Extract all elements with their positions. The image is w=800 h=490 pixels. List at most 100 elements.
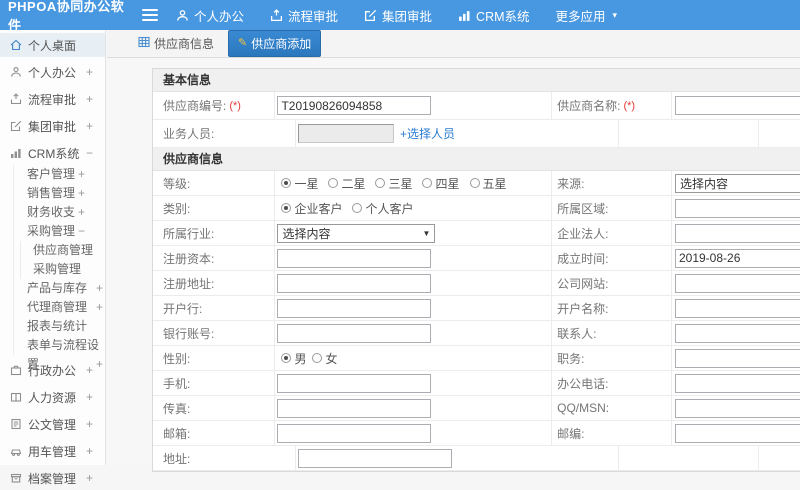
reg-capital-input[interactable] bbox=[277, 248, 432, 268]
radio-option[interactable]: 个人客户 bbox=[352, 200, 413, 217]
contact-input[interactable] bbox=[674, 323, 800, 343]
fax-input[interactable] bbox=[277, 398, 432, 418]
nav-crm-system[interactable]: CRM系统 bbox=[458, 6, 530, 25]
radio-icon[interactable] bbox=[469, 178, 480, 188]
source-select[interactable]: 选择内容▼ bbox=[674, 173, 800, 193]
office-phone-input[interactable] bbox=[674, 373, 800, 393]
radio-option[interactable]: 三星 bbox=[375, 175, 412, 192]
sidebar-item-purchase-mgmt[interactable]: 采购管理 − bbox=[14, 222, 105, 241]
radio-label: 男 bbox=[294, 351, 307, 366]
expand-plus-icon[interactable]: + bbox=[78, 203, 85, 222]
radio-icon[interactable] bbox=[328, 178, 339, 188]
position-input[interactable] bbox=[674, 348, 800, 368]
sidebar-item-hr[interactable]: 人力资源 + bbox=[0, 385, 105, 409]
radio-option[interactable]: 女 bbox=[312, 350, 337, 367]
nav-process-approval[interactable]: 流程审批 bbox=[270, 6, 338, 25]
car-icon bbox=[10, 445, 22, 457]
user-icon bbox=[176, 9, 189, 22]
email-input[interactable] bbox=[277, 423, 432, 443]
sidebar-item-finance[interactable]: 财务收支 + bbox=[14, 203, 105, 222]
collapse-minus-icon[interactable]: − bbox=[86, 146, 93, 160]
sidebar-item-personal-desktop[interactable]: 个人桌面 bbox=[0, 33, 105, 57]
radio-option[interactable]: 四星 bbox=[422, 175, 460, 192]
sidebar-item-form-process-settings[interactable]: 表单与流程设置 + bbox=[14, 336, 105, 371]
sidebar-item-supplier-mgmt[interactable]: 供应商管理 bbox=[21, 241, 105, 260]
select-staff-link[interactable]: +选择人员 bbox=[400, 125, 455, 142]
account-name-input[interactable] bbox=[674, 298, 800, 318]
founded-date-input[interactable] bbox=[674, 248, 800, 268]
expand-plus-icon[interactable]: + bbox=[86, 390, 93, 404]
sidebar-item-crm-system[interactable]: CRM系统 − bbox=[0, 141, 105, 165]
radio-icon[interactable] bbox=[375, 178, 386, 188]
expand-plus-icon[interactable]: + bbox=[86, 65, 93, 79]
radio-icon[interactable] bbox=[281, 353, 292, 363]
supplier-name-input[interactable] bbox=[674, 96, 800, 115]
nav-label: CRM系统 bbox=[476, 9, 530, 24]
expand-plus-icon[interactable]: + bbox=[78, 184, 85, 203]
nav-more-apps[interactable]: 更多应用 ▾ bbox=[556, 6, 618, 25]
sidebar-item-group-approval[interactable]: 集团审批 + bbox=[0, 114, 105, 138]
expand-plus-icon[interactable]: + bbox=[86, 119, 93, 133]
expand-plus-icon[interactable]: + bbox=[86, 92, 93, 106]
sidebar-item-personal-office[interactable]: 个人办公 + bbox=[0, 60, 105, 84]
upload-icon bbox=[270, 8, 283, 22]
radio-icon[interactable] bbox=[352, 203, 363, 213]
expand-plus-icon[interactable]: + bbox=[86, 471, 93, 485]
section-supplier-info: 供应商信息 bbox=[153, 148, 800, 171]
form-row-email-zip: 邮箱: 邮编: bbox=[153, 421, 800, 446]
expand-plus-icon[interactable]: + bbox=[96, 298, 103, 317]
bank-account-input[interactable] bbox=[277, 323, 432, 343]
expand-plus-icon[interactable]: + bbox=[78, 165, 85, 184]
radio-label: 三星 bbox=[388, 176, 413, 191]
radio-icon[interactable] bbox=[312, 353, 323, 363]
radio-icon[interactable] bbox=[422, 178, 433, 188]
radio-option[interactable]: 二星 bbox=[328, 175, 365, 192]
sidebar-item-sales-mgmt[interactable]: 销售管理 + bbox=[14, 184, 105, 203]
sidebar-item-archive-mgmt[interactable]: 档案管理 + bbox=[0, 466, 105, 490]
expand-plus-icon[interactable]: + bbox=[86, 363, 93, 377]
required-mark: (*) bbox=[229, 99, 241, 112]
website-input[interactable] bbox=[674, 273, 800, 293]
people-icon bbox=[10, 391, 22, 403]
expand-plus-icon[interactable]: + bbox=[86, 444, 93, 458]
radio-icon[interactable] bbox=[281, 203, 292, 213]
category-radio-group: 企业客户 个人客户 bbox=[277, 200, 413, 217]
sidebar-item-label: 用车管理 bbox=[28, 444, 77, 459]
region-input[interactable] bbox=[674, 198, 800, 218]
industry-select[interactable]: 选择内容 ▼ bbox=[277, 223, 436, 243]
radio-option[interactable]: 企业客户 bbox=[281, 200, 342, 217]
bank-input[interactable] bbox=[277, 298, 432, 318]
radio-option[interactable]: 一星 bbox=[281, 175, 318, 192]
sidebar-item-reports-stats[interactable]: 报表与统计 bbox=[14, 317, 105, 336]
nav-group-approval[interactable]: 集团审批 bbox=[364, 6, 432, 25]
qq-msn-input[interactable] bbox=[674, 398, 800, 418]
sidebar-item-vehicle-mgmt[interactable]: 用车管理 + bbox=[0, 439, 105, 463]
radio-icon[interactable] bbox=[281, 178, 292, 188]
form-row-industry-legal: 所属行业: 选择内容 ▼ 企业法人: bbox=[153, 221, 800, 246]
legal-person-input[interactable] bbox=[674, 223, 800, 243]
tab-supplier-add[interactable]: ✎ 供应商添加 bbox=[228, 30, 322, 57]
reg-address-input[interactable] bbox=[277, 273, 432, 293]
sidebar-item-purchasing[interactable]: 采购管理 bbox=[21, 260, 105, 279]
tab-supplier-info[interactable]: 供应商信息 bbox=[132, 31, 220, 56]
crm-submenu: 客户管理 + 销售管理 + 财务收支 + 采购管理 − 供应商管理 采购管理 产… bbox=[13, 165, 105, 371]
briefcase-icon bbox=[10, 364, 22, 376]
sidebar-item-label: 采购管理 bbox=[27, 224, 76, 238]
sidebar-item-customer-mgmt[interactable]: 客户管理 + bbox=[14, 165, 105, 184]
field-label: 银行账号: bbox=[163, 326, 215, 341]
sidebar-item-admin-office[interactable]: 行政办公 + bbox=[0, 358, 105, 382]
radio-option[interactable]: 五星 bbox=[469, 175, 507, 192]
zip-input[interactable] bbox=[674, 423, 800, 443]
nav-personal-office[interactable]: 个人办公 bbox=[176, 6, 244, 25]
sidebar-item-agent-mgmt[interactable]: 代理商管理 + bbox=[14, 298, 105, 317]
expand-plus-icon[interactable]: + bbox=[96, 279, 103, 298]
hamburger-menu-icon[interactable] bbox=[142, 7, 158, 23]
sidebar-item-process-approval[interactable]: 流程审批 + bbox=[0, 87, 105, 111]
sidebar-item-product-inventory[interactable]: 产品与库存 + bbox=[14, 279, 105, 298]
supplier-no-input[interactable] bbox=[277, 96, 432, 115]
radio-option[interactable]: 男 bbox=[281, 350, 306, 367]
collapse-minus-icon[interactable]: − bbox=[78, 222, 85, 241]
mobile-input[interactable] bbox=[277, 373, 432, 393]
expand-plus-icon[interactable]: + bbox=[86, 417, 93, 431]
sidebar-item-document-mgmt[interactable]: 公文管理 + bbox=[0, 412, 105, 436]
